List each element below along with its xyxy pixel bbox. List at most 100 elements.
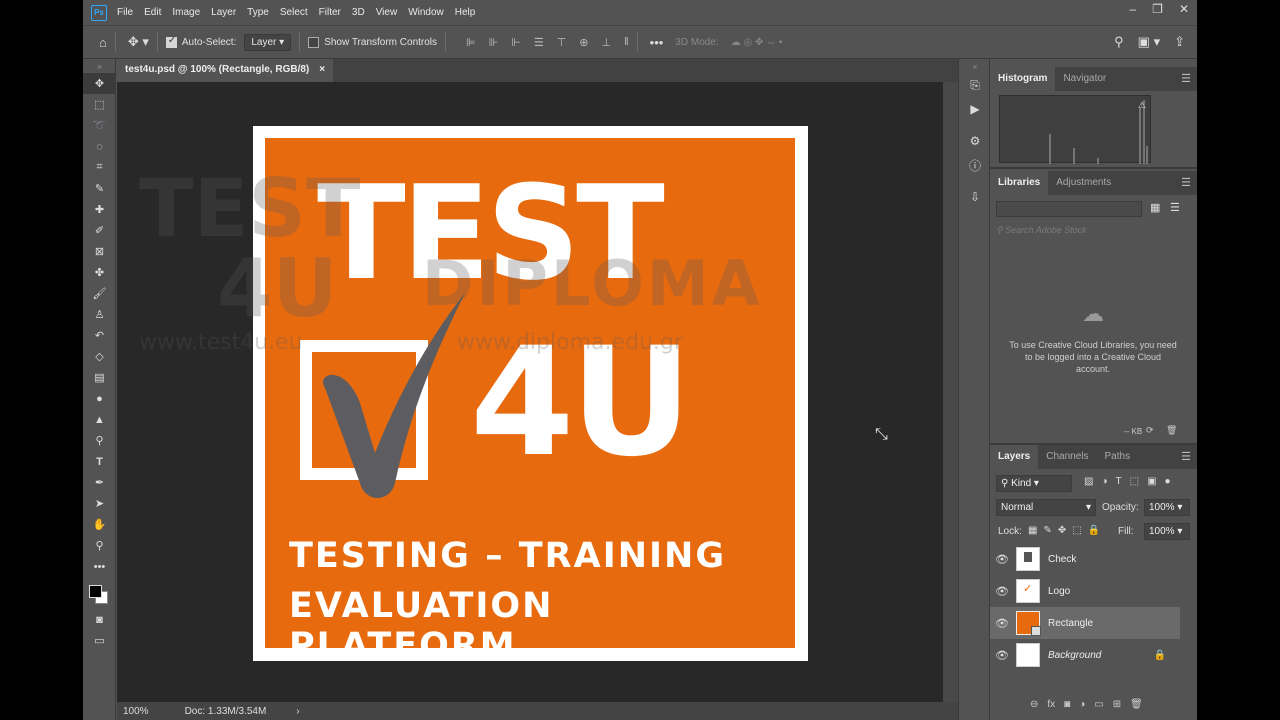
auto-select-dropdown[interactable]: Layer ▾ — [244, 33, 292, 51]
history-brush-icon[interactable]: ↶ — [83, 325, 116, 346]
paint-brush-icon[interactable]: 🖌 — [83, 283, 116, 304]
tab-channels[interactable]: Channels — [1038, 445, 1096, 469]
grid-view-icon[interactable]: ▦ — [1150, 201, 1160, 214]
crop-tool-icon[interactable]: ⌗ — [83, 157, 116, 178]
color-swatches[interactable] — [83, 581, 115, 609]
type-tool-icon[interactable]: T — [83, 451, 116, 472]
adjustment-layer-icon[interactable]: ◑ — [1079, 699, 1085, 710]
sync-icon[interactable]: ⟳ — [1146, 425, 1154, 436]
path-select-icon[interactable]: ➤ — [83, 493, 116, 514]
close-icon[interactable]: ✕ — [1179, 2, 1189, 16]
tab-histogram[interactable]: Histogram — [990, 67, 1056, 91]
layer-row-check[interactable]: 👁 Check — [990, 543, 1180, 575]
panel-menu-icon[interactable]: ☰ — [1181, 450, 1191, 463]
frame-tool-icon[interactable]: ⊠ — [83, 241, 116, 262]
distribute-icon[interactable]: ☰ — [534, 36, 544, 49]
delete-layer-icon[interactable]: 🗑 — [1130, 699, 1143, 710]
home-icon[interactable]: ⌂ — [99, 35, 107, 50]
workspace-icon[interactable]: ▣ ▾ — [1138, 34, 1160, 50]
tab-libraries[interactable]: Libraries — [990, 171, 1049, 195]
marquee-tool-icon[interactable]: ⬚ — [83, 94, 116, 115]
layer-row-background[interactable]: 👁 Background 🔒 — [990, 639, 1180, 671]
show-transform-checkbox[interactable] — [308, 36, 320, 48]
library-select[interactable] — [996, 201, 1142, 217]
align-center-icon[interactable]: ⊪ — [489, 36, 499, 49]
move-tool-preset-icon[interactable]: ✥ ▾ — [128, 34, 149, 50]
quick-select-tool-icon[interactable]: ◌ — [83, 136, 116, 157]
puppet-warp-icon[interactable]: ✤ — [83, 262, 116, 283]
add-mask-icon[interactable]: ◙ — [1064, 699, 1070, 710]
learn-panel-icon[interactable]: ⇩ — [959, 185, 991, 209]
menu-help[interactable]: Help — [455, 7, 476, 18]
tab-layers[interactable]: Layers — [990, 445, 1039, 469]
lock-position-icon[interactable]: ✥ — [1058, 525, 1066, 536]
visibility-eye-icon[interactable]: 👁 — [990, 617, 1014, 630]
warning-icon[interactable]: ⚠ — [1138, 100, 1146, 111]
filter-toggle-icon[interactable]: ● — [1165, 476, 1171, 487]
photoshop-app-icon[interactable]: Ps — [91, 4, 107, 21]
blend-mode-select[interactable]: Normal ▾ — [996, 499, 1096, 516]
menu-select[interactable]: Select — [280, 7, 308, 18]
zoom-tool-icon[interactable]: ⚲ — [83, 535, 116, 556]
canvas-workspace[interactable]: TEST 4U TESTING – TRAINING EVALUATION PL… — [117, 82, 943, 702]
lock-transparency-icon[interactable]: ▦ — [1028, 525, 1037, 536]
lasso-tool-icon[interactable]: ➰ — [83, 115, 116, 136]
layer-row-rectangle[interactable]: 👁 Rectangle — [990, 607, 1180, 639]
expand-panels-icon[interactable]: « — [959, 59, 991, 73]
fill-input[interactable]: 100% ▾ — [1144, 523, 1190, 540]
tab-adjustments[interactable]: Adjustments — [1048, 171, 1119, 195]
tab-navigator[interactable]: Navigator — [1055, 67, 1114, 91]
menu-file[interactable]: File — [117, 7, 133, 18]
healing-tool-icon[interactable]: ✚ — [83, 199, 116, 220]
zoom-level[interactable]: 100% — [123, 706, 149, 717]
properties-panel-icon[interactable]: ⚙ — [959, 129, 991, 153]
eraser-tool-icon[interactable]: ◇ — [83, 346, 116, 367]
gradient-tool-icon[interactable]: ▤ — [83, 367, 116, 388]
maximize-icon[interactable]: ❐ — [1152, 2, 1163, 16]
dodge-tool-icon[interactable]: ⚲ — [83, 430, 116, 451]
link-layers-icon[interactable]: ⊖ — [1030, 699, 1038, 710]
menu-type[interactable]: Type — [247, 7, 269, 18]
layer-style-icon[interactable]: fx — [1047, 699, 1055, 710]
info-panel-icon[interactable]: ⓘ — [959, 153, 991, 177]
trash-icon[interactable]: 🗑 — [1166, 425, 1177, 436]
tab-paths[interactable]: Paths — [1097, 445, 1139, 469]
hand-tool-icon[interactable]: ✋ — [83, 514, 116, 535]
search-icon[interactable]: ⚲ — [1114, 34, 1124, 50]
align-right-icon[interactable]: ⊩ — [511, 36, 521, 49]
stock-search-input[interactable]: ⚲ Search Adobe Stock — [996, 225, 1186, 241]
panel-menu-icon[interactable]: ☰ — [1181, 176, 1191, 189]
align-top-icon[interactable]: ⊤ — [557, 36, 567, 49]
layer-row-logo[interactable]: 👁 ✓ Logo — [990, 575, 1180, 607]
align-left-icon[interactable]: ⊫ — [466, 36, 476, 49]
pen-tool-icon[interactable]: ✒ — [83, 472, 116, 493]
menu-filter[interactable]: Filter — [319, 7, 341, 18]
panel-menu-icon[interactable]: ☰ — [1181, 72, 1191, 85]
brush-tool-icon[interactable]: ✐ — [83, 220, 116, 241]
foreground-color-swatch[interactable] — [89, 585, 102, 598]
visibility-eye-icon[interactable]: 👁 — [990, 649, 1014, 662]
visibility-eye-icon[interactable]: 👁 — [990, 585, 1014, 598]
more-options-icon[interactable]: ••• — [650, 35, 664, 50]
lock-paint-icon[interactable]: ✎ — [1043, 525, 1051, 536]
menu-edit[interactable]: Edit — [144, 7, 161, 18]
menu-view[interactable]: View — [376, 7, 398, 18]
collapse-icon[interactable]: » — [83, 59, 116, 73]
close-tab-icon[interactable]: × — [319, 64, 325, 77]
filter-shape-icon[interactable]: ⬚ — [1130, 476, 1139, 487]
new-group-icon[interactable]: ▭ — [1094, 699, 1103, 710]
history-panel-icon[interactable]: ⎘ — [959, 73, 991, 97]
filter-smart-icon[interactable]: ▣ — [1147, 476, 1156, 487]
opacity-input[interactable]: 100% ▾ — [1144, 499, 1190, 516]
filter-type-icon[interactable]: T — [1116, 476, 1122, 487]
menu-window[interactable]: Window — [408, 7, 444, 18]
auto-select-checkbox[interactable] — [165, 35, 177, 48]
lock-artboard-icon[interactable]: ⬚ — [1072, 525, 1081, 536]
vertical-scrollbar[interactable] — [943, 82, 958, 702]
eyedropper-tool-icon[interactable]: ✎ — [83, 178, 116, 199]
share-icon[interactable]: ⇪ — [1174, 34, 1185, 50]
distribute-vertical-icon[interactable]: ‖ — [624, 36, 629, 49]
menu-3d[interactable]: 3D — [352, 7, 365, 18]
blur-tool-icon[interactable]: ● — [83, 388, 116, 409]
lock-all-icon[interactable]: 🔒 — [1088, 525, 1100, 536]
